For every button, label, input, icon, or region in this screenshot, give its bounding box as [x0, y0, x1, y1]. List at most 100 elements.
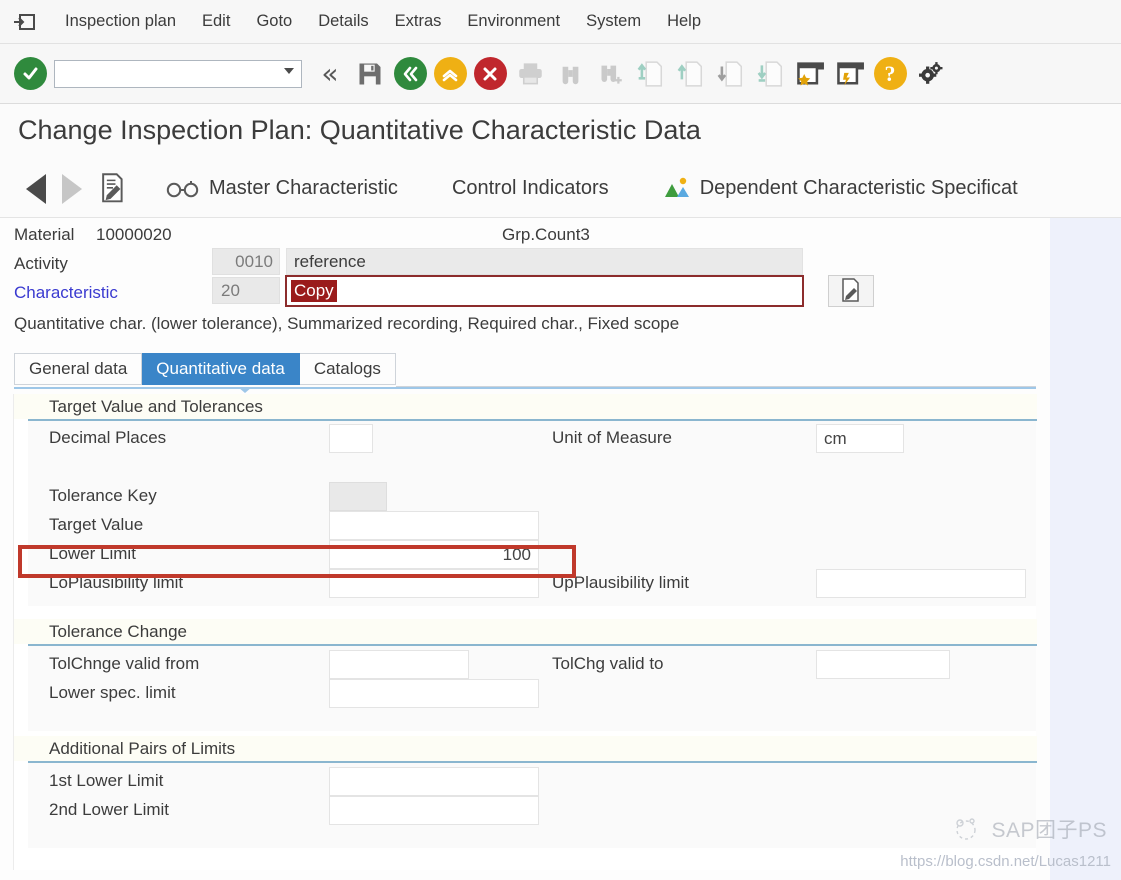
- menu-item-extras[interactable]: Extras: [382, 10, 455, 33]
- save-floppy-icon: [359, 63, 381, 84]
- control-indicators-label: Control Indicators: [451, 177, 609, 199]
- master-characteristic-label: Master Characteristic: [209, 177, 398, 199]
- last-page-icon: [757, 60, 782, 87]
- characteristic-link[interactable]: Characteristic: [14, 283, 118, 303]
- lower-limit-input[interactable]: 100: [329, 540, 539, 569]
- second-lower-limit-input[interactable]: [329, 796, 539, 825]
- target-value-input[interactable]: [329, 511, 539, 540]
- tab-strip-filler: [395, 353, 1036, 387]
- next-triangle-icon: [62, 173, 82, 204]
- first-page-icon: [637, 60, 662, 87]
- command-input[interactable]: [55, 61, 275, 86]
- activity-key-field[interactable]: 0010: [212, 248, 280, 275]
- watermark: SAP团子PS: [949, 814, 1107, 844]
- tolchange-valid-to-input[interactable]: [816, 650, 950, 679]
- lo-plausibility-limit-input[interactable]: [329, 569, 539, 598]
- long-text-edit-icon: [842, 278, 859, 302]
- material-label: Material: [14, 225, 75, 244]
- menu-item-edit[interactable]: Edit: [189, 10, 243, 33]
- long-text-edit-icon: [102, 172, 123, 202]
- tab-general-data[interactable]: General data: [14, 353, 143, 385]
- history-back-button[interactable]: «: [310, 52, 350, 96]
- activity-text-field[interactable]: reference: [286, 248, 803, 275]
- last-page-button[interactable]: [750, 52, 790, 96]
- dependent-characteristic-label: Dependent Characteristic Specificat: [699, 177, 1018, 199]
- decimal-places-label: Decimal Places: [49, 428, 167, 447]
- tab-catalogs[interactable]: Catalogs: [299, 353, 396, 385]
- previous-page-icon: [677, 60, 702, 87]
- row-decimal-places: Decimal Places Unit of Measure cm: [14, 424, 1037, 454]
- page-body: Material 10000020 Grp.Count3 Activity 00…: [0, 218, 1050, 880]
- menu-item-details[interactable]: Details: [305, 10, 381, 33]
- menu-bar: Inspection plan Edit Goto Details Extras…: [0, 0, 1121, 44]
- tab-underline: [14, 387, 1036, 389]
- save-button[interactable]: [350, 52, 390, 96]
- help-button[interactable]: ?: [870, 52, 910, 96]
- watermark-icon: [956, 818, 977, 840]
- characteristic-key-field[interactable]: 20: [212, 277, 280, 304]
- row-tolchange-valid: TolChnge valid from TolChg valid to: [14, 650, 1037, 680]
- unit-of-measure-label: Unit of Measure: [552, 428, 672, 447]
- page-title: Change Inspection Plan: Quantitative Cha…: [18, 115, 701, 145]
- back-button[interactable]: [390, 52, 430, 96]
- previous-characteristic-button[interactable]: [18, 169, 54, 209]
- lower-spec-limit-label: Lower spec. limit: [49, 683, 176, 702]
- print-button[interactable]: [510, 52, 550, 96]
- help-question-icon: ?: [873, 57, 907, 90]
- menu-item-goto[interactable]: Goto: [243, 10, 305, 33]
- first-lower-limit-input[interactable]: [329, 767, 539, 796]
- group-title-additional-pairs: Additional Pairs of Limits: [14, 736, 1037, 761]
- characteristic-long-text-button[interactable]: [828, 275, 874, 307]
- master-characteristic-button[interactable]: Master Characteristic: [158, 169, 406, 209]
- up-plausibility-limit-label: UpPlausibility limit: [552, 573, 689, 592]
- find-button[interactable]: [550, 52, 590, 96]
- unit-of-measure-input[interactable]: cm: [816, 424, 904, 453]
- tolerance-key-input[interactable]: [329, 482, 387, 511]
- row-1st-lower-limit: 1st Lower Limit: [14, 767, 1037, 797]
- exit-button[interactable]: [430, 52, 470, 96]
- menu-item-help[interactable]: Help: [654, 10, 714, 33]
- cancel-button[interactable]: [470, 52, 510, 96]
- previous-page-button[interactable]: [670, 52, 710, 96]
- menu-item-environment[interactable]: Environment: [454, 10, 573, 33]
- characteristic-text-field[interactable]: Copy: [285, 275, 804, 307]
- group-title-target-value: Target Value and Tolerances: [14, 394, 1037, 419]
- application-toolbar: Master Characteristic Control Indicators…: [0, 160, 1121, 218]
- tab-quantitative-data[interactable]: Quantitative data: [142, 353, 300, 385]
- enter-button[interactable]: [10, 52, 50, 96]
- second-lower-limit-label: 2nd Lower Limit: [49, 800, 170, 819]
- group-additional-pairs-of-limits: Additional Pairs of Limits: [14, 736, 1037, 763]
- watermark-brand: SAP团子PS: [991, 819, 1107, 842]
- create-session-button[interactable]: [790, 52, 830, 96]
- next-characteristic-button[interactable]: [54, 169, 90, 209]
- previous-triangle-icon: [26, 173, 46, 204]
- header-fields: Material 10000020 Grp.Count3 Activity 00…: [0, 218, 1050, 348]
- long-text-button[interactable]: [90, 169, 136, 209]
- title-bar: Change Inspection Plan: Quantitative Cha…: [0, 104, 1121, 160]
- row-tolerance-key: Tolerance Key: [14, 482, 1037, 512]
- chevron-down-icon[interactable]: [284, 67, 294, 74]
- sap-menu-icon[interactable]: [12, 11, 38, 33]
- customize-button[interactable]: [910, 52, 950, 96]
- green-check-icon: [13, 57, 47, 90]
- dependent-characteristic-button[interactable]: Dependent Characteristic Specificat: [655, 169, 1026, 209]
- first-page-button[interactable]: [630, 52, 670, 96]
- create-shortcut-button[interactable]: [830, 52, 870, 96]
- decimal-places-input[interactable]: [329, 424, 373, 453]
- tolchange-valid-from-input[interactable]: [329, 650, 469, 679]
- menu-item-system[interactable]: System: [573, 10, 654, 33]
- next-page-icon: [717, 60, 742, 87]
- command-field[interactable]: [54, 59, 302, 88]
- lower-spec-limit-input[interactable]: [329, 679, 539, 708]
- row-plausibility-limits: LoPlausibility limit UpPlausibility limi…: [14, 569, 1037, 599]
- group-tolerance-change: Tolerance Change: [14, 619, 1037, 646]
- menu-item-inspection-plan[interactable]: Inspection plan: [52, 10, 189, 33]
- double-chevron-left-icon: «: [321, 56, 339, 90]
- find-next-button[interactable]: [590, 52, 630, 96]
- next-page-button[interactable]: [710, 52, 750, 96]
- lo-plausibility-limit-label: LoPlausibility limit: [49, 573, 184, 592]
- create-session-icon: [797, 61, 824, 86]
- up-plausibility-limit-input[interactable]: [816, 569, 1026, 598]
- green-back-icon: [393, 57, 427, 90]
- control-indicators-button[interactable]: Control Indicators: [444, 169, 617, 209]
